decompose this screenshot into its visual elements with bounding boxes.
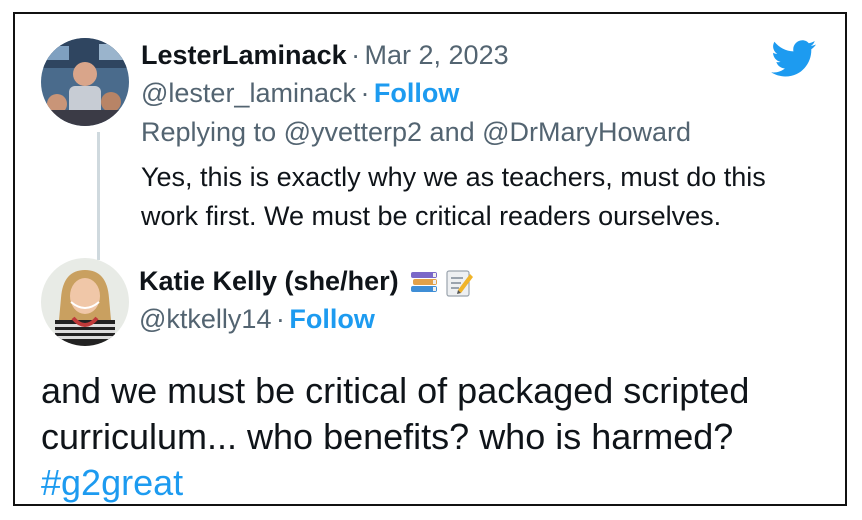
lester-avatar[interactable] (41, 38, 129, 126)
reply-handle[interactable]: @lester_laminack (141, 78, 356, 108)
katie-avatar[interactable] (41, 258, 129, 346)
tweet-handle[interactable]: @ktkelly14 (139, 304, 271, 334)
replying-to-text: Replying to @yvetterp2 and @DrMaryHoward (141, 117, 692, 147)
tweet-text-line1: and we must be critical of packaged scri… (41, 370, 750, 411)
reply-handle-separator: · (360, 78, 370, 108)
twitter-bird-icon[interactable] (771, 40, 817, 78)
reply-date[interactable]: Mar 2, 2023 (365, 40, 509, 70)
memo-icon (444, 268, 474, 303)
reply-separator: · (351, 40, 361, 70)
reply-display-name[interactable]: LesterLaminack (141, 40, 347, 70)
thread-connector-line (97, 132, 100, 260)
tweet-display-name[interactable]: Katie Kelly (she/her) (139, 266, 399, 296)
reply-text-line1: Yes, this is exactly why we as teachers,… (141, 162, 766, 192)
tweet-handle-separator: · (275, 304, 285, 334)
tweet-card: LesterLaminack · Mar 2, 2023 @lester_lam… (13, 12, 847, 506)
books-icon (409, 268, 439, 303)
reply-follow-button[interactable]: Follow (374, 78, 459, 108)
reply-text-line2: work first. We must be critical readers … (141, 201, 722, 231)
hashtag-link[interactable]: #g2great (41, 460, 183, 506)
tweet-text-line2: curriculum... who benefits? who is harme… (41, 416, 734, 457)
tweet-follow-button[interactable]: Follow (289, 304, 374, 334)
